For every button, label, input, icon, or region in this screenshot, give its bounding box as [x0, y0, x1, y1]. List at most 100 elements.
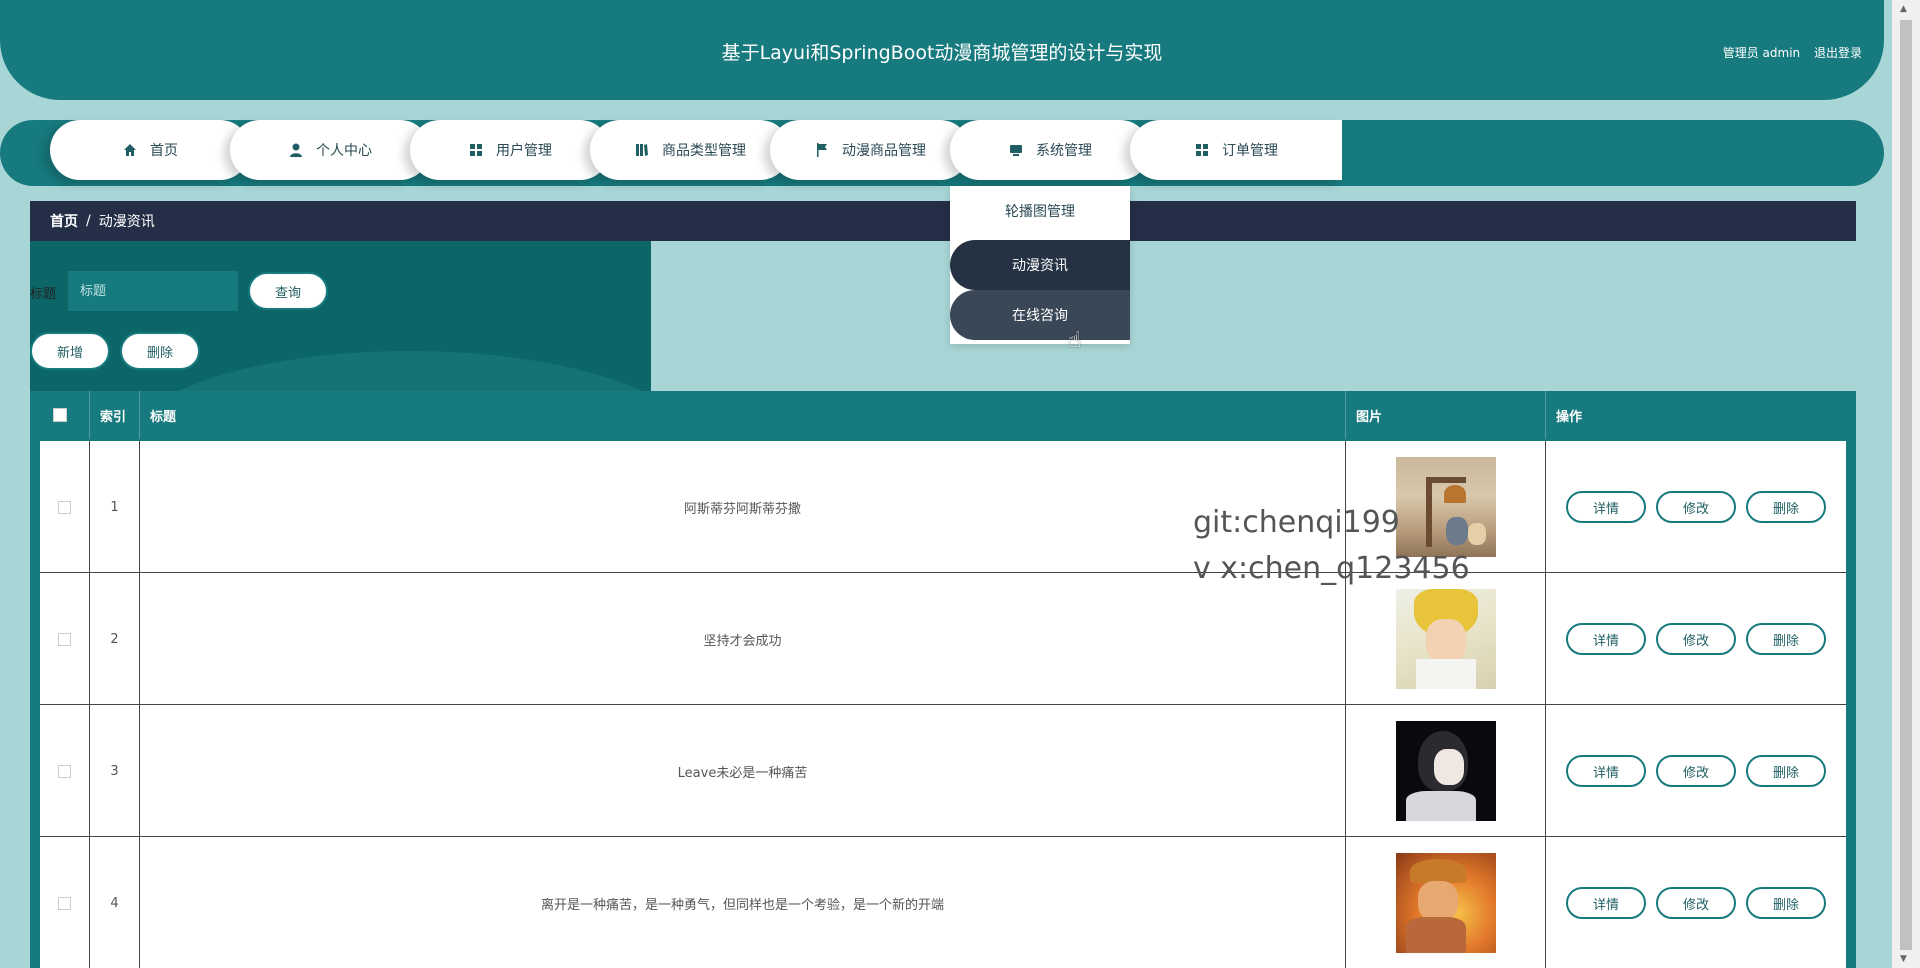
table-row: 2 坚持才会成功 详情 修改 删除	[40, 573, 1846, 705]
nav-item-orders[interactable]: 订单管理	[1130, 120, 1342, 180]
row-index: 3	[90, 705, 140, 837]
row-index: 1	[90, 441, 140, 573]
nav-item-product-types[interactable]: 商品类型管理	[590, 120, 790, 180]
home-icon	[124, 144, 136, 156]
submenu-item-anime-news[interactable]: 动漫资讯	[950, 240, 1130, 290]
scroll-up-icon[interactable]: ▲	[1900, 4, 1907, 14]
row-delete-button[interactable]: 删除	[1746, 623, 1826, 655]
mouse-cursor-icon: ☝	[1068, 328, 1082, 353]
edit-button[interactable]: 修改	[1656, 887, 1736, 919]
nav-label: 商品类型管理	[662, 143, 746, 159]
row-checkbox[interactable]	[58, 764, 71, 778]
nav-label: 订单管理	[1222, 143, 1278, 159]
row-image-cell	[1346, 573, 1546, 705]
nav-label: 首页	[150, 143, 178, 159]
row-title: Leave未必是一种痛苦	[140, 705, 1346, 837]
breadcrumb-current: 动漫资讯	[98, 214, 155, 230]
row-actions: 详情 修改 删除	[1546, 837, 1846, 968]
scrollbar-thumb[interactable]	[1900, 20, 1912, 950]
submenu-item-carousel[interactable]: 轮播图管理	[950, 186, 1130, 236]
select-all-cell	[30, 391, 90, 439]
delete-button[interactable]: 删除	[120, 332, 200, 370]
add-button[interactable]: 新增	[30, 332, 110, 370]
system-submenu: 轮播图管理 动漫资讯 在线咨询	[950, 186, 1130, 344]
table-row: 4 离开是一种痛苦，是一种勇气，但同样也是一个考验，是一个新的开端 详情 修改 …	[40, 837, 1846, 968]
detail-button[interactable]: 详情	[1566, 755, 1646, 787]
row-title: 离开是一种痛苦，是一种勇气，但同样也是一个考验，是一个新的开端	[140, 837, 1346, 968]
row-thumbnail	[1395, 853, 1496, 953]
logout-link[interactable]: 退出登录	[1814, 46, 1862, 60]
header-index: 索引	[90, 391, 140, 439]
scroll-down-icon[interactable]: ▼	[1900, 954, 1907, 964]
submenu-item-online-consult[interactable]: 在线咨询	[950, 290, 1130, 340]
row-delete-button[interactable]: 删除	[1746, 491, 1826, 523]
row-checkbox[interactable]	[58, 632, 71, 646]
row-check-cell	[40, 441, 90, 573]
row-check-cell	[40, 573, 90, 705]
admin-label: 管理员 admin	[1722, 46, 1801, 60]
grid-icon	[1196, 144, 1208, 156]
row-actions: 详情 修改 删除	[1546, 705, 1846, 837]
flag-icon	[817, 143, 827, 157]
detail-button[interactable]: 详情	[1566, 491, 1646, 523]
vertical-scrollbar[interactable]: ▲ ▼	[1892, 0, 1920, 968]
nav-item-personal[interactable]: 个人中心	[230, 120, 430, 180]
row-check-cell	[40, 837, 90, 968]
breadcrumb-separator: /	[86, 213, 91, 229]
watermark-line: v x:chen_q123456	[1193, 551, 1470, 586]
nav-item-system[interactable]: 系统管理	[950, 120, 1150, 180]
row-index: 4	[90, 837, 140, 968]
table-row: 1 阿斯蒂芬阿斯蒂芬撒 详情 修改 删除	[40, 441, 1846, 573]
nav-label: 用户管理	[496, 143, 552, 159]
breadcrumb-home[interactable]: 首页	[50, 211, 78, 231]
app-title: 基于Layui和SpringBoot动漫商城管理的设计与实现	[721, 42, 1163, 64]
nav-label: 动漫商品管理	[842, 143, 926, 159]
detail-button[interactable]: 详情	[1566, 887, 1646, 919]
watermark-line: git:chenqi199	[1193, 505, 1400, 540]
row-actions: 详情 修改 删除	[1546, 573, 1846, 705]
table-row: 3 Leave未必是一种痛苦 详情 修改 删除	[40, 705, 1846, 837]
nav-label: 系统管理	[1036, 143, 1092, 159]
grid-icon	[470, 144, 482, 156]
detail-button[interactable]: 详情	[1566, 623, 1646, 655]
breadcrumb: 首页 / 动漫资讯	[30, 201, 1856, 241]
header-title: 标题	[140, 391, 1346, 439]
data-table: 索引 标题 图片 操作 1 阿斯蒂芬阿斯蒂芬撒 详情 修改 删除 2 坚持才会成…	[30, 391, 1856, 968]
header-actions: 操作	[1556, 409, 1583, 425]
nav-item-users[interactable]: 用户管理	[410, 120, 610, 180]
nav-bar: 首页 个人中心 用户管理 商品类型管理 动漫商品管理 系统管理 订单管理	[0, 120, 1884, 186]
row-delete-button[interactable]: 删除	[1746, 755, 1826, 787]
nav-item-home[interactable]: 首页	[50, 120, 250, 180]
edit-button[interactable]: 修改	[1656, 755, 1736, 787]
row-checkbox[interactable]	[58, 500, 71, 514]
row-thumbnail	[1395, 589, 1496, 689]
edit-button[interactable]: 修改	[1656, 491, 1736, 523]
row-index: 2	[90, 573, 140, 705]
row-image-cell	[1346, 837, 1546, 968]
watermark: git:chenqi199 v x:chen_q123456	[1193, 500, 1470, 592]
table-header: 索引 标题 图片 操作	[30, 391, 1846, 439]
header-image: 图片	[1346, 391, 1546, 439]
row-title: 坚持才会成功	[140, 573, 1346, 705]
row-delete-button[interactable]: 删除	[1746, 887, 1826, 919]
table-body: 1 阿斯蒂芬阿斯蒂芬撒 详情 修改 删除 2 坚持才会成功 详情 修改 删除 3…	[40, 441, 1846, 968]
search-input[interactable]	[68, 271, 238, 311]
user-area: 管理员 admin 退出登录	[1713, 44, 1862, 61]
user-icon	[290, 143, 302, 157]
row-thumbnail	[1395, 721, 1496, 821]
row-check-cell	[40, 705, 90, 837]
row-checkbox[interactable]	[58, 896, 71, 910]
monitor-icon	[1010, 145, 1022, 156]
search-label: 标题	[30, 287, 57, 302]
nav-label: 个人中心	[316, 143, 372, 159]
header-bar: 基于Layui和SpringBoot动漫商城管理的设计与实现 管理员 admin…	[0, 0, 1884, 100]
row-image-cell	[1346, 705, 1546, 837]
query-button[interactable]: 查询	[248, 272, 328, 310]
row-title: 阿斯蒂芬阿斯蒂芬撒	[140, 441, 1346, 573]
book-icon	[636, 144, 648, 156]
panel-wave-decoration	[120, 351, 651, 391]
edit-button[interactable]: 修改	[1656, 623, 1736, 655]
row-actions: 详情 修改 删除	[1546, 441, 1846, 573]
select-all-checkbox[interactable]	[52, 408, 67, 422]
nav-item-anime-products[interactable]: 动漫商品管理	[770, 120, 970, 180]
